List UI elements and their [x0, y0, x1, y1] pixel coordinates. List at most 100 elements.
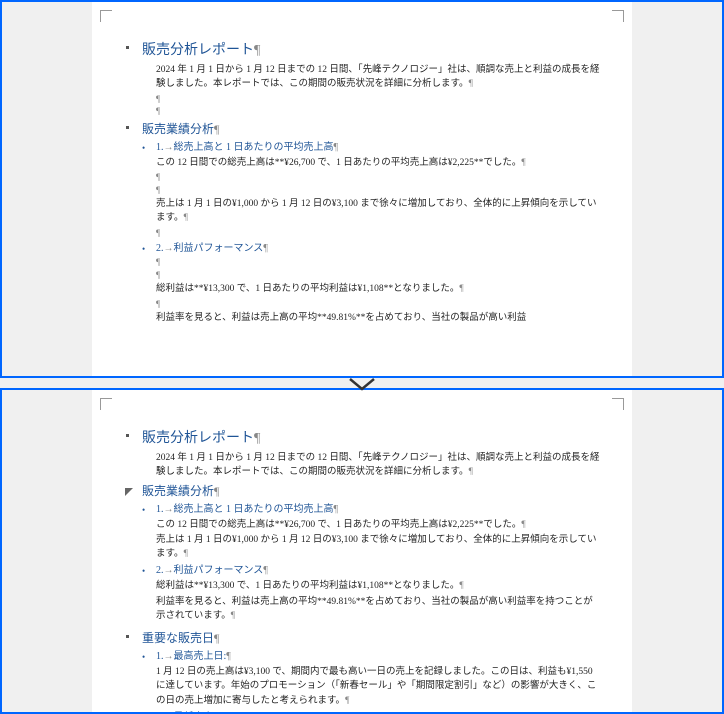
body-text: この 12 日間での総売上高は**¥26,700 で、1 日あたりの平均売上高は…: [156, 520, 521, 530]
pilcrow-icon: ¶: [231, 611, 235, 621]
bullet-icon: •: [142, 504, 145, 518]
tab-arrow-icon: →: [164, 142, 174, 153]
tab-arrow-icon: →: [164, 504, 174, 515]
pilcrow-icon: ¶: [469, 467, 473, 477]
h2-text: 重要な販売日: [142, 631, 214, 645]
paragraph: この 12 日間での総売上高は**¥26,700 で、1 日あたりの平均売上高は…: [156, 518, 602, 532]
pilcrow-icon: ¶: [521, 520, 525, 530]
pilcrow-icon: ¶: [184, 213, 188, 223]
heading-2: 販売業績分析¶: [142, 120, 602, 138]
paragraph: 総利益は**¥13,300 で、1 日あたりの平均利益は¥1,108**となりま…: [156, 579, 602, 593]
tab-arrow-icon: →: [164, 243, 174, 254]
body-text: 総利益は**¥13,300 で、1 日あたりの平均利益は¥1,108**となりま…: [156, 284, 459, 294]
body-text: 総利益は**¥13,300 で、1 日あたりの平均利益は¥1,108**となりま…: [156, 581, 459, 591]
page-corner: [612, 398, 624, 410]
list-number: 1.: [156, 142, 164, 153]
heading-2: 販売業績分析¶: [142, 482, 602, 500]
title-text: 販売分析レポート: [142, 43, 254, 58]
paragraph: 売上は 1 月 1 日の¥1,000 から 1 月 12 日の¥3,100 まで…: [156, 533, 602, 562]
paragraph: この 12 日間での総売上高は**¥26,700 で、1 日あたりの平均売上高は…: [156, 156, 602, 170]
chevron-down-icon: [348, 377, 376, 398]
bullet-icon: •: [142, 243, 145, 257]
empty-paragraph: ¶: [156, 256, 602, 269]
outline-dot-icon: [126, 635, 129, 638]
document-content: 販売分析レポート¶ 2024 年 1 月 1 日から 1 月 12 日までの 1…: [112, 22, 612, 326]
heading-2: 重要な販売日¶: [142, 629, 602, 647]
pilcrow-icon: ¶: [226, 651, 231, 662]
pilcrow-icon: ¶: [254, 43, 260, 58]
pilcrow-icon: ¶: [345, 696, 349, 706]
empty-paragraph: ¶: [156, 227, 602, 240]
bullet-icon: •: [142, 651, 145, 665]
intro-text: 2024 年 1 月 1 日から 1 月 12 日までの 12 日間、「先峰テク…: [156, 65, 600, 89]
h3-text: 総売上高と 1 日あたりの平均売上高: [174, 142, 334, 153]
heading-3: • 2.→利益パフォーマンス¶: [156, 563, 602, 578]
list-number: 2.: [156, 565, 164, 576]
h3-text: 利益パフォーマンス: [174, 243, 264, 254]
paragraph: 総利益は**¥13,300 で、1 日あたりの平均利益は¥1,108**となりま…: [156, 282, 602, 296]
heading-1: 販売分析レポート¶: [142, 428, 602, 449]
outline-dot-icon: [126, 434, 129, 437]
page-corner: [100, 10, 112, 22]
empty-paragraph: ¶: [156, 171, 602, 184]
after-panel: 販売分析レポート¶ 2024 年 1 月 1 日から 1 月 12 日までの 1…: [0, 388, 724, 714]
tab-arrow-icon: →: [164, 565, 174, 576]
pilcrow-icon: ¶: [469, 79, 473, 89]
pilcrow-icon: ¶: [263, 243, 268, 254]
h2-text: 販売業績分析: [142, 484, 214, 498]
pilcrow-icon: ¶: [334, 142, 339, 153]
pilcrow-icon: ¶: [334, 504, 339, 515]
document-page-before: 販売分析レポート¶ 2024 年 1 月 1 日から 1 月 12 日までの 1…: [92, 2, 632, 376]
outline-dot-icon: [126, 126, 129, 129]
empty-paragraph: ¶: [156, 105, 602, 118]
h2-text: 販売業績分析: [142, 122, 214, 136]
paragraph: 1 月 12 日の売上高は¥3,100 で、期間内で最も高い一日の売上を記録しま…: [156, 665, 602, 708]
pilcrow-icon: ¶: [214, 484, 219, 498]
body-text: 売上は 1 月 1 日の¥1,000 から 1 月 12 日の¥3,100 まで…: [156, 199, 597, 223]
bullet-icon: •: [142, 142, 145, 156]
heading-1: 販売分析レポート¶: [142, 40, 602, 61]
pilcrow-icon: ¶: [184, 549, 188, 559]
pilcrow-icon: ¶: [214, 631, 219, 645]
h3-text: 総売上高と 1 日あたりの平均売上高: [174, 504, 334, 515]
bullet-icon: •: [142, 565, 145, 579]
h3-text: 最高売上日:: [174, 651, 227, 662]
page-corner: [612, 10, 624, 22]
outline-dot-icon: [126, 46, 129, 49]
body-text: 利益率を見ると、利益は売上高の平均**49.81%**を占めており、当社の製品が…: [156, 597, 593, 621]
tab-arrow-icon: →: [164, 651, 174, 662]
paragraph: 利益率を見ると、利益は売上高の平均**49.81%**を占めており、当社の製品が…: [156, 595, 602, 624]
page-corner: [100, 398, 112, 410]
paragraph: 2024 年 1 月 1 日から 1 月 12 日までの 12 日間、「先峰テク…: [156, 451, 602, 480]
body-text: 1 月 12 日の売上高は¥3,100 で、期間内で最も高い一日の売上を記録しま…: [156, 667, 596, 706]
list-number: 1.: [156, 651, 164, 662]
empty-paragraph: ¶: [156, 298, 602, 311]
document-content: 販売分析レポート¶ 2024 年 1 月 1 日から 1 月 12 日までの 1…: [112, 410, 612, 712]
heading-3: • 1.→総売上高と 1 日あたりの平均売上高¶: [156, 140, 602, 155]
body-text: この 12 日間での総売上高は**¥26,700 で、1 日あたりの平均売上高は…: [156, 158, 521, 168]
pilcrow-icon: ¶: [521, 158, 525, 168]
empty-paragraph: ¶: [156, 269, 602, 282]
h3-text: 利益パフォーマンス: [174, 565, 264, 576]
pilcrow-icon: ¶: [254, 431, 260, 446]
list-number: 1.: [156, 504, 164, 515]
collapse-triangle-icon[interactable]: [124, 484, 134, 502]
pilcrow-icon: ¶: [459, 284, 463, 294]
empty-paragraph: ¶: [156, 93, 602, 106]
pilcrow-icon: ¶: [459, 581, 463, 591]
paragraph: 2024 年 1 月 1 日から 1 月 12 日までの 12 日間、「先峰テク…: [156, 63, 602, 92]
list-number: 2.: [156, 243, 164, 254]
heading-3: • 2.→最低売上日:¶: [156, 710, 602, 712]
body-text: 利益率を見ると、利益は売上高の平均**49.81%**を占めており、当社の製品が…: [156, 313, 526, 323]
document-page-after: 販売分析レポート¶ 2024 年 1 月 1 日から 1 月 12 日までの 1…: [92, 390, 632, 712]
heading-3: • 1.→総売上高と 1 日あたりの平均売上高¶: [156, 502, 602, 517]
title-text: 販売分析レポート: [142, 431, 254, 446]
body-text: 売上は 1 月 1 日の¥1,000 から 1 月 12 日の¥3,100 まで…: [156, 535, 597, 559]
paragraph: 売上は 1 月 1 日の¥1,000 から 1 月 12 日の¥3,100 まで…: [156, 197, 602, 226]
heading-3: • 1.→最高売上日:¶: [156, 649, 602, 664]
heading-3: • 2.→利益パフォーマンス¶: [156, 241, 602, 256]
paragraph-clipped: 利益率を見ると、利益は売上高の平均**49.81%**を占めており、当社の製品が…: [156, 311, 602, 325]
pilcrow-icon: ¶: [214, 122, 219, 136]
intro-text: 2024 年 1 月 1 日から 1 月 12 日までの 12 日間、「先峰テク…: [156, 453, 600, 477]
before-panel: 販売分析レポート¶ 2024 年 1 月 1 日から 1 月 12 日までの 1…: [0, 0, 724, 378]
